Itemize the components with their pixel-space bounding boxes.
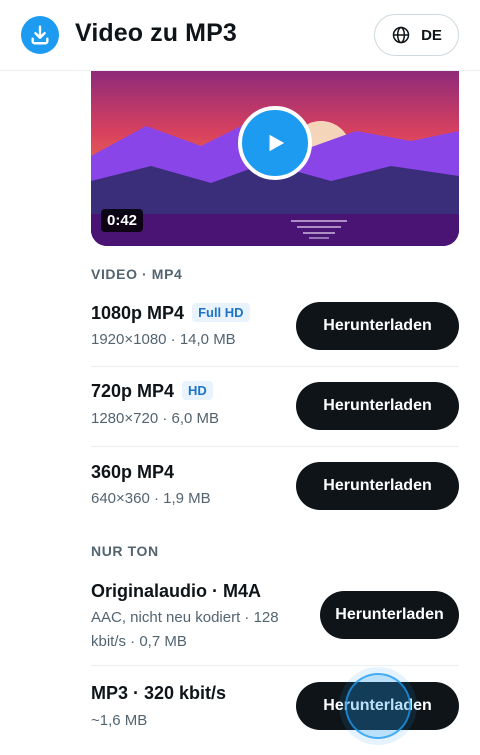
list-item: Originalaudio · M4A AAC, nicht neu kodie… — [91, 568, 459, 666]
list-item: 360p MP4 640×360 · 1,9 MB Herunterladen — [91, 447, 459, 527]
download-button[interactable]: Herunterladen — [296, 302, 459, 350]
section-title-audio: NUR TON — [91, 543, 159, 559]
list-item: 720p MP4 HD 1280×720 · 6,0 MB Herunterlad… — [91, 367, 459, 447]
format-name: 720p MP4 — [91, 381, 175, 401]
download-button[interactable]: Herunterladen — [296, 682, 459, 730]
section-title-video: VIDEO · MP4 — [91, 266, 183, 282]
format-title: MP3 · 320 kbit/s — [91, 683, 227, 703]
quality-badge: HD — [182, 381, 213, 400]
format-details: ~1,6 MB — [91, 712, 148, 729]
play-button[interactable] — [238, 106, 312, 180]
video-thumbnail[interactable]: 0:42 — [91, 71, 459, 246]
download-icon — [21, 16, 59, 54]
play-icon — [269, 134, 285, 152]
list-item: 1080p MP4 Full HD 1920×1080 · 14,0 MB Her… — [91, 294, 459, 367]
format-details: 640×360 · 1,9 MB — [91, 490, 211, 507]
format-title: 360p MP4 — [91, 462, 175, 482]
app-header: Video zu MP3 DE — [0, 0, 480, 71]
download-button[interactable]: Herunterladen — [296, 382, 459, 430]
format-title: 720p MP4 HD — [91, 381, 213, 402]
format-details: AAC, nicht neu kodiert · 128 kbit/s · 0,… — [91, 609, 279, 650]
globe-icon — [392, 26, 410, 44]
format-details: 1280×720 · 6,0 MB — [91, 410, 220, 427]
video-duration: 0:42 — [101, 209, 144, 232]
format-name: 1080p MP4 — [91, 303, 185, 323]
format-title: 1080p MP4 Full HD — [91, 303, 250, 324]
quality-badge: Full HD — [192, 303, 250, 322]
app-title: Video zu MP3 — [75, 19, 237, 47]
download-button[interactable]: Herunterladen — [296, 462, 459, 510]
format-title: Originalaudio · M4A — [91, 581, 262, 601]
download-button[interactable]: Herunterladen — [320, 591, 459, 639]
language-button[interactable]: DE — [374, 14, 459, 56]
format-details: 1920×1080 · 14,0 MB — [91, 331, 236, 348]
language-label: DE — [421, 26, 442, 44]
list-item: MP3 · 320 kbit/s ~1,6 MB Herunterladen — [91, 666, 459, 746]
